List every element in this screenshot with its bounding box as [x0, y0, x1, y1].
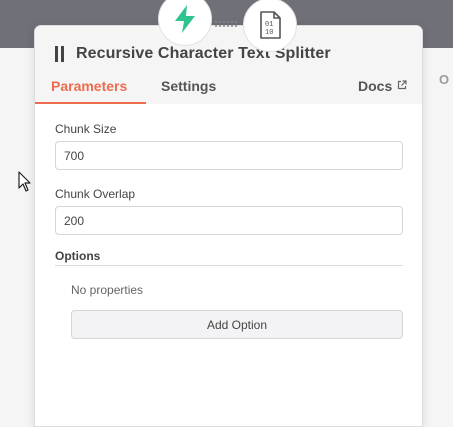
tab-settings[interactable]: Settings [161, 78, 216, 104]
binary-document-icon: 01 10 [260, 11, 281, 39]
docs-link-label: Docs [358, 78, 393, 94]
panel-title-row: Recursive Character Text Splitter [55, 45, 331, 63]
node-parameters-panel: Recursive Character Text Splitter Parame… [34, 25, 423, 427]
add-option-button[interactable]: Add Option [71, 310, 403, 339]
lightning-bolt-icon [175, 5, 195, 33]
chunk-size-input[interactable] [55, 141, 403, 170]
next-panel-label: O [439, 72, 450, 87]
svg-text:01: 01 [265, 21, 273, 29]
panel-header: Recursive Character Text Splitter Parame… [35, 26, 422, 104]
panel-tabs: Parameters Settings Docs [35, 78, 422, 104]
canvas-background [423, 48, 453, 427]
chunk-size-label: Chunk Size [55, 122, 117, 136]
options-heading: Options [55, 249, 101, 263]
drag-handle-icon[interactable] [55, 46, 65, 62]
node-title[interactable]: Recursive Character Text Splitter [76, 45, 331, 63]
mouse-cursor-icon [18, 171, 31, 192]
tab-parameters[interactable]: Parameters [51, 78, 127, 104]
active-tab-indicator [35, 102, 146, 104]
chunk-overlap-input[interactable] [55, 206, 403, 235]
drag-dots-icon[interactable] [214, 20, 240, 28]
external-link-icon [398, 80, 407, 90]
output-connector-node[interactable]: 01 10 [243, 0, 297, 52]
docs-link[interactable]: Docs [358, 78, 407, 104]
no-properties-text: No properties [71, 283, 144, 297]
chunk-overlap-label: Chunk Overlap [55, 187, 136, 201]
options-divider [55, 265, 403, 266]
svg-text:10: 10 [265, 29, 273, 37]
